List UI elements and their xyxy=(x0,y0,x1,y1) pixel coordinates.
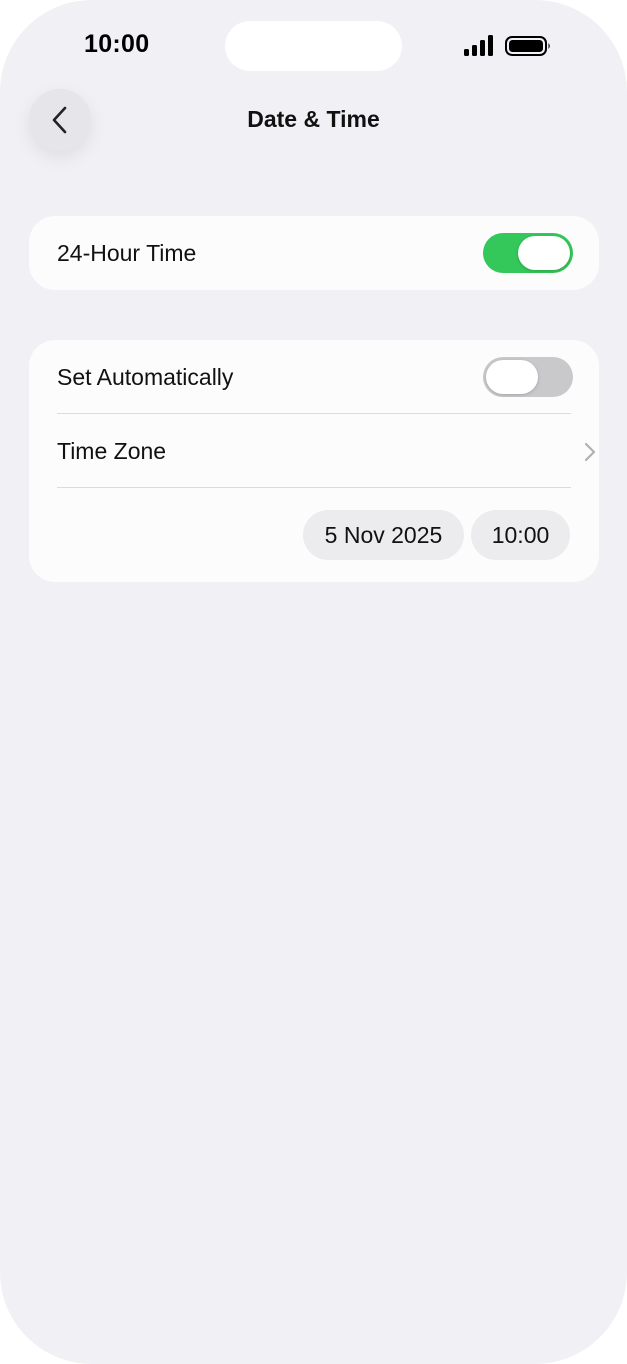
chevron-right-icon xyxy=(584,442,596,462)
date-picker-button[interactable]: 5 Nov 2025 xyxy=(303,510,464,560)
twenty-four-hour-toggle[interactable] xyxy=(483,233,573,273)
cellular-signal-icon xyxy=(464,35,493,56)
divider xyxy=(57,487,571,488)
page-title: Date & Time xyxy=(247,106,380,132)
set-automatically-label: Set Automatically xyxy=(57,363,234,390)
time-zone-row[interactable]: Time Zone xyxy=(57,414,571,488)
status-bar-time: 10:00 xyxy=(84,30,150,58)
dynamic-island xyxy=(225,21,402,71)
time-picker-button[interactable]: 10:00 xyxy=(471,510,570,560)
toggle-knob xyxy=(518,236,570,270)
toggle-knob xyxy=(486,360,538,394)
battery-icon xyxy=(505,36,550,56)
phone-screen: 10:00 Date & Time 24-Hour Time Set Autom… xyxy=(0,0,627,1364)
twenty-four-hour-label: 24-Hour Time xyxy=(57,239,197,266)
time-zone-label: Time Zone xyxy=(57,437,167,464)
set-automatically-toggle[interactable] xyxy=(483,357,573,397)
time-format-card: 24-Hour Time xyxy=(29,216,599,290)
